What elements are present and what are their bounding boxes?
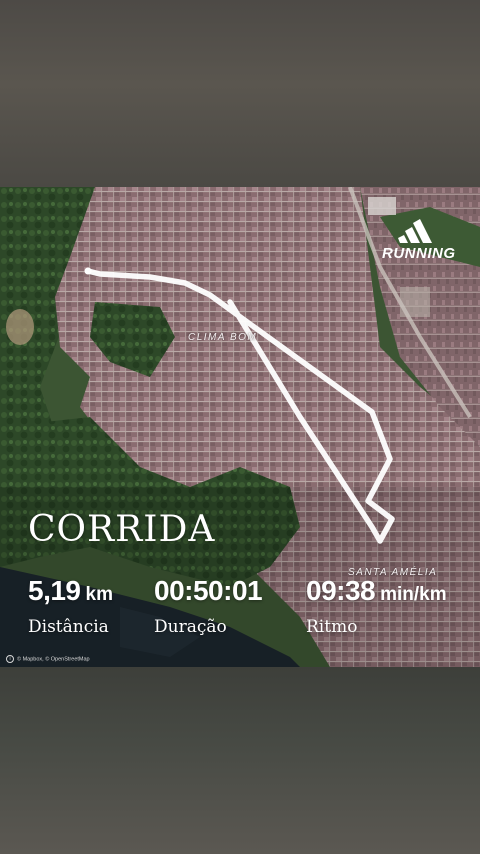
duration-label: Duração (154, 617, 227, 637)
pace-stat: 09:38 min/km (306, 575, 447, 607)
adidas-stripes-icon (398, 219, 432, 243)
duration-value: 00:50:01 (154, 575, 263, 606)
activity-title: CORRIDA (28, 509, 216, 550)
duration-stat: 00:50:01 (154, 575, 263, 607)
distance-label: Distância (28, 617, 109, 637)
distance-stat: 5,19 km (28, 575, 113, 607)
brand-label: RUNNING (382, 245, 456, 262)
info-icon[interactable]: i (6, 655, 14, 663)
map-attribution[interactable]: i © Mapbox, © OpenStreetMap (6, 655, 90, 663)
pace-value: 09:38 (306, 575, 376, 606)
attribution-text: © Mapbox, © OpenStreetMap (17, 656, 90, 663)
blurred-background-top (0, 0, 480, 187)
route-start-marker (84, 267, 92, 275)
activity-card: RUNNING CLIMA BOM SANTA AMÉLIA CORRIDA 5… (0, 187, 480, 667)
pace-label: Ritmo (306, 617, 358, 637)
place-label-clima-bom: CLIMA BOM (188, 332, 258, 343)
distance-unit: km (85, 584, 113, 605)
blurred-background-bottom (0, 667, 480, 854)
brand-badge: RUNNING (382, 217, 456, 262)
distance-value: 5,19 (28, 575, 81, 606)
pace-unit: min/km (380, 584, 447, 605)
